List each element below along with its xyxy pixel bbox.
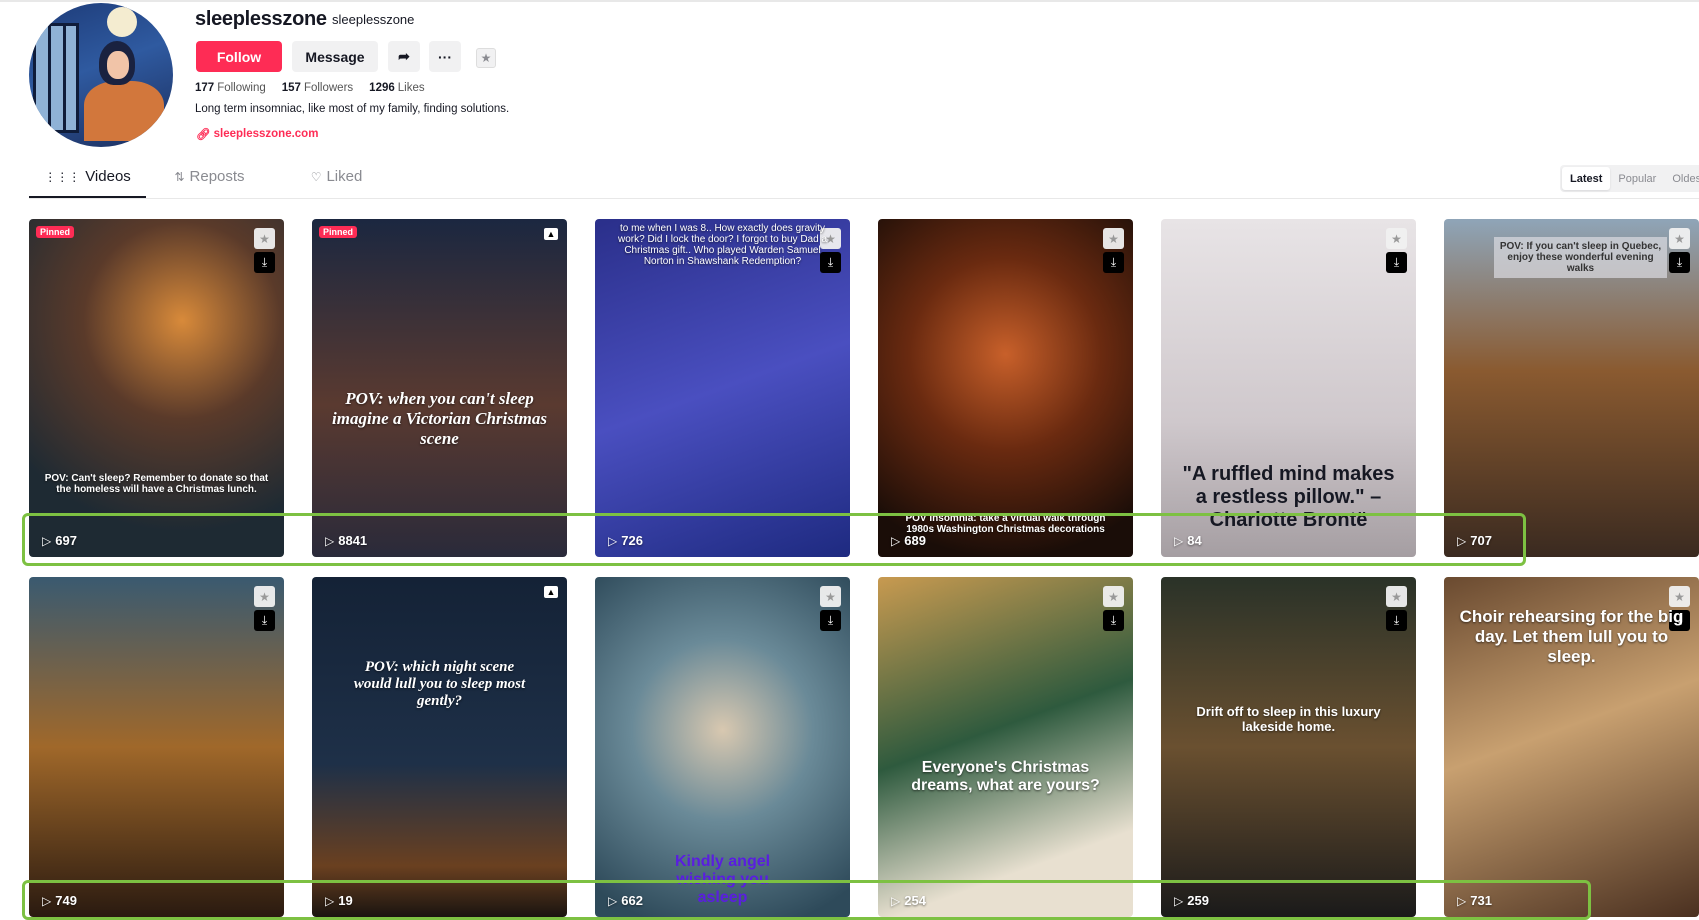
video-caption: POV: which night scene would lull you to…: [353, 659, 526, 709]
tab-videos[interactable]: ⋮⋮⋮ Videos: [29, 168, 146, 198]
view-count: ▷ 8841: [325, 533, 368, 548]
video-card[interactable]: ★ ⤓ Everyone's Christmas dreams, what are …: [878, 577, 1133, 917]
play-icon: ▷: [891, 893, 901, 908]
view-count: ▷ 19: [325, 893, 353, 908]
video-card[interactable]: ★ ⤓ Kindly angel wishing you asleep ▷ 662: [595, 577, 850, 917]
video-card[interactable]: ★ ⤓ ▷ 749: [29, 577, 284, 917]
repost-icon: ⇅: [174, 170, 185, 184]
pinned-badge: Pinned: [319, 226, 358, 238]
tab-liked[interactable]: ♡ Liked: [273, 168, 400, 198]
play-icon: ▷: [891, 533, 901, 548]
sort-popular[interactable]: Popular: [1610, 167, 1664, 190]
video-caption: "A ruffled mind makes a restless pillow.…: [1182, 463, 1395, 531]
view-count: ▷ 254: [891, 893, 926, 908]
download-icon[interactable]: ⤓: [1386, 252, 1407, 273]
photo-icon: ▲: [544, 228, 558, 240]
share-button[interactable]: ➦: [388, 41, 420, 72]
download-icon[interactable]: ⤓: [254, 252, 275, 273]
view-count: ▷ 731: [1457, 893, 1492, 908]
video-caption: POV: when you can't sleep imagine a Vict…: [332, 389, 547, 448]
link-icon: 🔗︎: [196, 129, 211, 141]
video-card[interactable]: ★ ⤓ POV Insomnia: take a virtual walk thro…: [878, 219, 1133, 557]
video-card[interactable]: ★ ⤓ Choir rehearsing for the big day. Let …: [1444, 577, 1699, 917]
video-card[interactable]: Pinned ▲ POV: when you can't sleep imagine…: [312, 219, 567, 557]
play-icon: ▷: [325, 533, 335, 548]
star-icon[interactable]: ★: [820, 586, 841, 607]
favorite-button[interactable]: ★: [476, 48, 496, 68]
play-icon: ▷: [42, 893, 52, 908]
grid-icon: ⋮⋮⋮: [44, 170, 81, 184]
profile-stats: 177 Following 157 Followers 1296 Likes: [195, 82, 425, 94]
video-caption: Everyone's Christmas dreams, what are yo…: [911, 759, 1100, 794]
video-card[interactable]: ▲ POV: which night scene would lull you t…: [312, 577, 567, 917]
play-icon: ▷: [42, 533, 52, 548]
tabs-divider: [29, 198, 1699, 199]
follow-button[interactable]: Follow: [196, 41, 282, 72]
play-icon: ▷: [608, 533, 618, 548]
download-icon[interactable]: ⤓: [254, 610, 275, 631]
star-icon[interactable]: ★: [1669, 586, 1690, 607]
star-icon[interactable]: ★: [1103, 586, 1124, 607]
message-button[interactable]: Message: [292, 41, 378, 72]
play-icon: ▷: [1174, 893, 1184, 908]
play-icon: ▷: [1457, 893, 1467, 908]
bio: Long term insomniac, like most of my fam…: [195, 103, 510, 115]
video-caption: to me when I was 8.. How exactly does gr…: [618, 223, 827, 267]
likes-stat: 1296 Likes: [369, 82, 425, 94]
video-card[interactable]: ★ ⤓ Drift off to sleep in this luxury lake…: [1161, 577, 1416, 917]
play-icon: ▷: [608, 893, 618, 908]
sort-selector: Latest Popular Oldest: [1560, 165, 1699, 192]
download-icon[interactable]: ⤓: [1103, 610, 1124, 631]
view-count: ▷ 662: [608, 893, 643, 908]
profile-link[interactable]: 🔗︎ sleeplesszone.com: [196, 127, 318, 141]
play-icon: ▷: [325, 893, 335, 908]
star-icon[interactable]: ★: [1669, 228, 1690, 249]
video-caption: Drift off to sleep in this luxury lakesi…: [1196, 704, 1381, 734]
more-options-button[interactable]: ···: [429, 41, 461, 72]
star-icon[interactable]: ★: [1103, 228, 1124, 249]
video-caption: Choir rehearsing for the big day. Let th…: [1459, 607, 1684, 666]
view-count: ▷ 707: [1457, 533, 1492, 548]
username: sleeplesszone: [332, 12, 415, 27]
following-stat[interactable]: 177 Following: [195, 82, 266, 94]
share-icon: ➦: [398, 48, 410, 64]
download-icon[interactable]: ⤓: [1669, 252, 1690, 273]
video-card[interactable]: ★ ⤓ POV: If you can't sleep in Quebec, enj…: [1444, 219, 1699, 557]
view-count: ▷ 259: [1174, 893, 1209, 908]
download-icon[interactable]: ⤓: [820, 610, 841, 631]
video-caption: Kindly angel wishing you asleep: [674, 853, 771, 906]
video-card[interactable]: ★ ⤓ to me when I was 8.. How exactly does …: [595, 219, 850, 557]
star-icon[interactable]: ★: [1386, 586, 1407, 607]
top-border: [0, 0, 1699, 2]
star-icon[interactable]: ★: [1386, 228, 1407, 249]
photo-icon: ▲: [544, 586, 558, 598]
profile-tabs: ⋮⋮⋮ Videos ⇅ Reposts ♡ Liked: [29, 168, 400, 198]
video-caption: POV Insomnia: take a virtual walk throug…: [905, 513, 1106, 535]
download-icon[interactable]: ⤓: [1386, 610, 1407, 631]
tab-reposts[interactable]: ⇅ Reposts: [146, 168, 273, 198]
video-card[interactable]: ★ ⤓ "A ruffled mind makes a restless pillo…: [1161, 219, 1416, 557]
pinned-badge: Pinned: [36, 226, 75, 238]
video-caption: POV: If you can't sleep in Quebec, enjoy…: [1494, 237, 1667, 278]
play-icon: ▷: [1174, 533, 1184, 548]
display-name: sleeplesszone: [195, 8, 327, 30]
view-count: ▷ 749: [42, 893, 77, 908]
view-count: ▷ 689: [891, 533, 926, 548]
view-count: ▷ 84: [1174, 533, 1202, 548]
star-icon[interactable]: ★: [254, 586, 275, 607]
play-icon: ▷: [1457, 533, 1467, 548]
star-icon[interactable]: ★: [254, 228, 275, 249]
more-icon: ···: [438, 48, 452, 65]
sort-oldest[interactable]: Oldest: [1664, 167, 1699, 190]
avatar[interactable]: [29, 3, 173, 147]
sort-latest[interactable]: Latest: [1562, 167, 1611, 190]
followers-stat[interactable]: 157 Followers: [282, 82, 353, 94]
view-count: ▷ 726: [608, 533, 643, 548]
video-card[interactable]: Pinned ★ ⤓ POV: Can't sleep? Remember to do…: [29, 219, 284, 557]
star-icon: ★: [480, 51, 492, 65]
view-count: ▷ 697: [42, 533, 77, 548]
heart-icon: ♡: [310, 170, 322, 184]
video-caption: POV: Can't sleep? Remember to donate so …: [44, 473, 269, 495]
download-icon[interactable]: ⤓: [1103, 252, 1124, 273]
